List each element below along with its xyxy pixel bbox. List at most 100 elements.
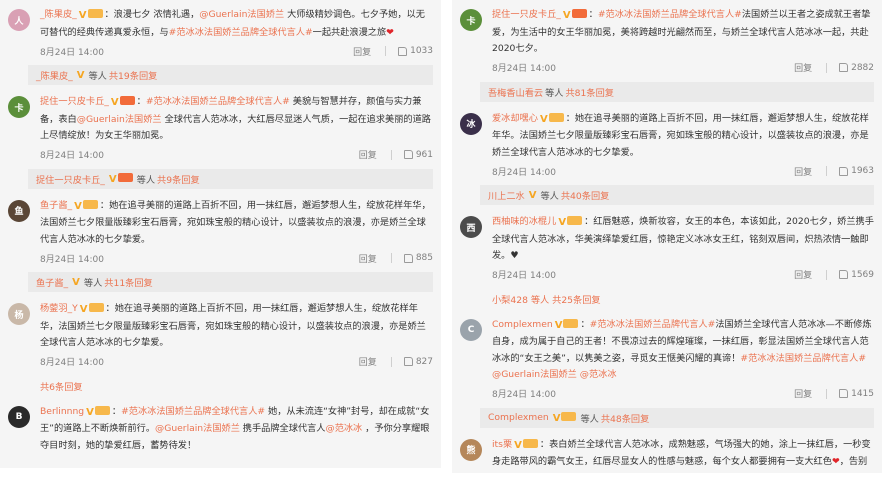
fan-level-badge-icon [522,438,538,448]
comment-body-text: 一起共赴浪漫之旅 [312,26,387,38]
mention-or-topic-link[interactable]: @Guerlain法国娇兰 [155,423,240,434]
reply-author-link[interactable]: _陈果皮_ [36,68,73,82]
view-replies-link[interactable]: 共11条回复 [104,275,152,289]
sub-replies-bar[interactable]: 川上二水 V 等人 共40条回复 [480,185,874,205]
avatar[interactable]: 人 [8,9,30,31]
comment-author-link[interactable]: 鱼子酱_ [40,200,72,211]
avatar[interactable]: 冰 [460,112,482,135]
comment-author-link[interactable]: 西柚味的冰棍儿 [492,216,556,227]
like-button[interactable]: 2882 [839,63,874,73]
like-button[interactable]: 885 [403,253,433,263]
mention-or-topic-link[interactable]: @范冰冰 [326,423,363,434]
reply-button[interactable]: 回复 [353,45,371,58]
sub-replies-bar[interactable]: Complexmen V 等人 共48条回复 [480,407,874,428]
mention-or-topic-link[interactable]: #范冰冰法国娇兰品牌代言人# [590,319,716,330]
mention-or-topic-link[interactable]: #范冰冰法国娇兰品牌全球代言人# [146,96,290,107]
user-badges: V [86,405,110,422]
reply-button[interactable]: 回复 [359,252,377,265]
sub-replies-bar[interactable]: 吾梅香山看云 等人 共81条回复 [480,81,874,102]
comment-item: 卡捉住一只皮卡丘_ V ：#范冰冰法国娇兰品牌全球代言人# 美貌与智慧并存，颜值与实… [0,87,441,165]
reply-author-link[interactable]: 吾梅香山看云 [488,85,543,99]
avatar[interactable]: 西 [460,216,482,238]
comment-author-link[interactable]: 爱冰却嘿心 [492,113,538,124]
user-badges: V [74,199,98,216]
user-badges: V [563,8,587,25]
comment-text: 杨蓥羽_Y V ：她在追寻美丽的道路上百折不回，用一抹红唇，邂逅梦想人生，绽放花样年… [40,301,433,352]
verified-v-icon: V [558,217,567,228]
like-button[interactable]: 1963 [839,166,874,176]
reply-author-link[interactable]: 鱼子酱_ [36,275,68,289]
view-replies-link[interactable]: 小梨428 等人 共25条回复 [492,290,874,308]
mention-or-topic-link[interactable]: #范冰冰法国娇兰品牌全球代言人# [598,9,742,20]
comment-author-link[interactable]: its栗 [492,439,512,450]
user-badges: V [109,172,133,185]
comment-item: 人 _陈果皮_ V ：浪漫七夕 浓情礼遇，@Guerlain法国娇兰 大师级精妙调色。… [0,0,441,61]
sub-replies-bar[interactable]: _陈果皮_ V 等人 共19条回复 [28,65,433,85]
view-replies-link[interactable]: 共9条回复 [157,172,200,186]
view-replies-link[interactable]: 共19条回复 [109,68,157,82]
comment-author-link[interactable]: Complexmen [492,319,553,330]
user-badges: V [72,277,80,288]
verified-v-icon: V [86,406,94,418]
avatar[interactable]: C [460,318,482,341]
meta-divider [385,46,387,56]
avatar[interactable]: 卡 [460,9,482,31]
reply-button[interactable]: 回复 [794,61,812,74]
thumbs-up-icon [839,389,849,398]
reply-summary-text: 等人 [83,278,103,289]
comment-meta-row: 8月24日 14:00 回复 827 [40,352,433,372]
comment-meta-row: 8月24日 14:00 回复 961 [40,145,433,165]
like-button[interactable]: 1415 [839,389,874,399]
avatar[interactable]: B [8,405,30,428]
fan-level-badge-icon [548,112,564,122]
comment-body-text: 携手品牌全球代言人 [239,423,326,434]
reply-button[interactable]: 回复 [794,165,812,178]
reply-summary-text: 等人 [540,191,559,202]
user-badges: V [540,112,564,129]
sub-replies-bar[interactable]: 鱼子酱_ V 等人 共11条回复 [28,272,433,292]
comment-author-link[interactable]: 捉住一只皮卡丘_ [40,96,109,107]
mention-or-topic-link[interactable]: @范冰冰 [580,369,617,380]
comment-author-link[interactable]: _陈果皮_ [40,9,77,20]
comment-author-link[interactable]: 捉住一只皮卡丘_ [492,9,561,20]
avatar[interactable]: 鱼 [8,199,30,222]
like-button[interactable]: 1033 [398,46,433,56]
mention-or-topic-link[interactable]: @Guerlain法国娇兰 [492,369,577,380]
view-replies-link[interactable]: 共6条回复 [40,377,433,395]
reply-author-link[interactable]: 捉住一只皮卡丘_ [36,172,105,186]
avatar[interactable]: 熊 [460,438,482,461]
thumbs-up-icon [839,270,849,279]
mention-or-topic-link[interactable]: @Guerlain法国娇兰 [77,114,162,125]
view-replies-link[interactable]: 共81条回复 [566,85,614,99]
verified-v-icon: V [76,69,85,81]
like-button[interactable]: 1569 [839,270,874,280]
meta-divider [826,388,828,399]
reply-button[interactable]: 回复 [794,387,812,400]
thumbs-up-icon [398,46,408,56]
reply-author-link[interactable]: Complexmen [488,412,549,423]
fan-level-badge-icon [82,199,98,209]
like-button[interactable]: 827 [403,357,433,367]
reply-author-link[interactable]: 川上二水 [488,188,525,202]
like-count: 1033 [410,46,433,56]
comment-timestamp: 8月24日 14:00 [492,390,556,400]
view-replies-link[interactable]: 共40条回复 [561,188,609,202]
view-replies-link[interactable]: 共48条回复 [601,411,649,425]
comment-author-link[interactable]: 杨蓥羽_Y [40,303,78,314]
comment-text: 捉住一只皮卡丘_ V ：#范冰冰法国娇兰品牌全球代言人# 美貌与智慧并存，颜值与实力… [40,94,433,145]
reply-button[interactable]: 回复 [359,148,377,161]
mention-or-topic-link[interactable]: #范冰冰法国娇兰品牌代言人# [740,353,866,364]
user-badges: V [111,95,135,112]
reply-button[interactable]: 回复 [359,355,377,368]
like-button[interactable]: 961 [403,150,433,160]
mention-or-topic-link[interactable]: #范冰冰法国娇兰品牌全球代言人# [121,406,265,417]
avatar[interactable]: 杨 [8,303,30,325]
mention-or-topic-link[interactable]: #范冰冰法国娇兰品牌全球代言人# [169,27,313,38]
sub-replies-bar[interactable]: 捉住一只皮卡丘_ V 等人 共9条回复 [28,168,433,189]
comment-author-link[interactable]: Berlinnng [40,406,84,417]
comment-item: 鱼鱼子酱_ V ：她在追寻美丽的道路上百折不回，用一抹红唇，邂逅梦想人生，绽放花样年… [0,191,441,269]
comment-body-text: ：表白娇兰全球代言人范冰冰，成熟魅惑，气场强大的她，涂上一抹红唇，一秒变身走路带… [492,438,871,468]
avatar[interactable]: 卡 [8,96,30,118]
mention-or-topic-link[interactable]: @Guerlain法国娇兰 [199,9,284,20]
reply-button[interactable]: 回复 [794,268,812,281]
